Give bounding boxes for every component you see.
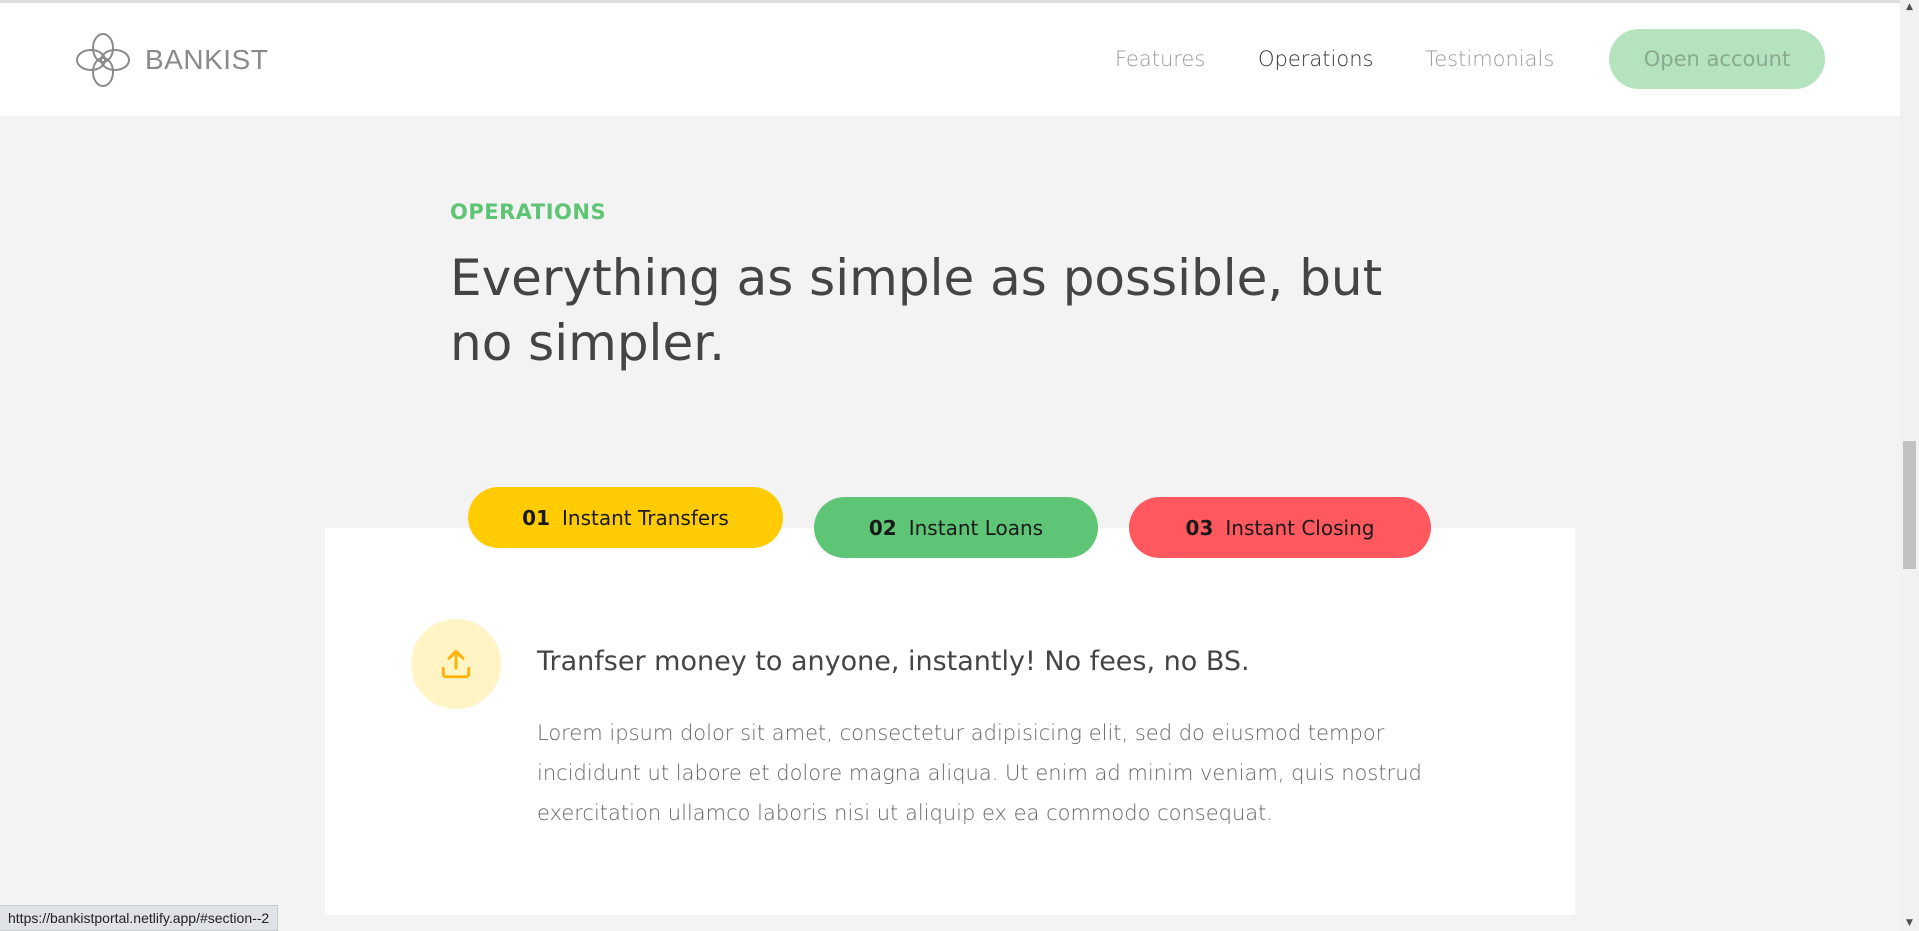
tab-label: Instant Loans: [908, 515, 1044, 540]
operation-icon-circle: [411, 619, 501, 709]
upload-icon: [441, 649, 471, 679]
link-status-bar: https://bankistportal.netlify.app/#secti…: [0, 905, 279, 931]
tab-instant-closing[interactable]: 03 Instant Closing: [1129, 497, 1431, 558]
tab-number: 03: [1185, 515, 1214, 540]
nav-link-features[interactable]: Features: [1115, 47, 1205, 71]
open-account-button[interactable]: Open account: [1609, 29, 1825, 89]
brand-name: BANKIST: [145, 44, 269, 75]
header: BANKIST Features Operations Testimonials…: [0, 3, 1900, 116]
section-headline: Everything as simple as possible, but no…: [450, 249, 1383, 372]
tab-label: Instant Closing: [1225, 515, 1375, 540]
bankist-logo-icon: [76, 33, 130, 87]
nav-link-testimonials[interactable]: Testimonials: [1425, 47, 1554, 71]
scroll-down-arrow-icon[interactable]: ▼: [1904, 918, 1915, 929]
operation-title: Tranfser money to anyone, instantly! No …: [537, 646, 1250, 677]
operation-description: Lorem ipsum dolor sit amet, consectetur …: [537, 721, 1422, 825]
section-label: OPERATIONS: [450, 200, 607, 224]
tab-label: Instant Transfers: [562, 505, 729, 530]
tab-instant-loans[interactable]: 02 Instant Loans: [814, 497, 1098, 558]
scrollbar-thumb[interactable]: [1903, 441, 1916, 569]
scroll-up-arrow-icon[interactable]: ▲: [1904, 2, 1915, 13]
tab-number: 02: [868, 515, 897, 540]
tab-number: 01: [522, 505, 551, 530]
tab-instant-transfers[interactable]: 01 Instant Transfers: [468, 487, 783, 548]
logo[interactable]: BANKIST: [73, 30, 268, 90]
nav-link-operations[interactable]: Operations: [1258, 47, 1373, 71]
